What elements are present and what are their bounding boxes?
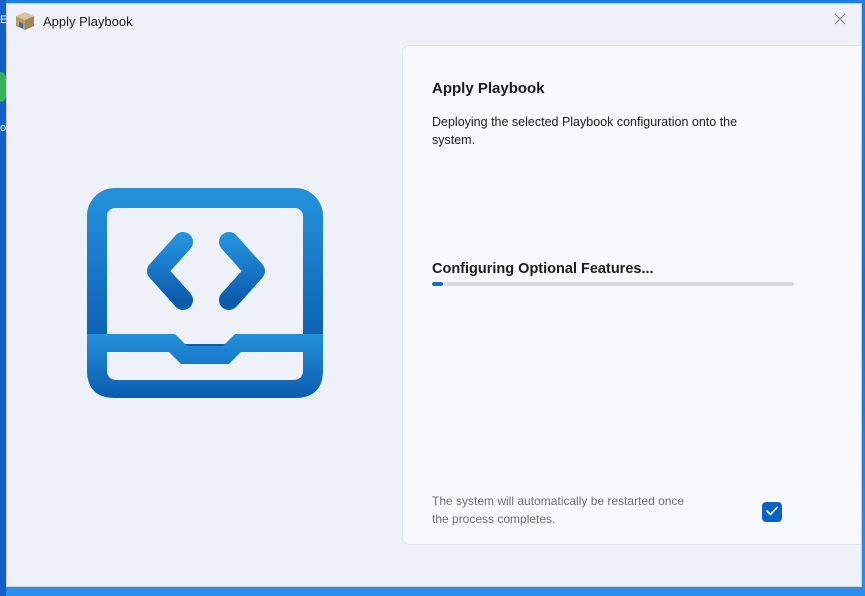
cardboard-box-icon <box>15 11 35 31</box>
close-icon <box>834 12 846 30</box>
progress-card: Apply Playbook Deploying the selected Pl… <box>402 45 861 545</box>
status-text: Configuring Optional Features... <box>432 261 654 277</box>
card-title: Apply Playbook <box>432 80 545 97</box>
title-bar: Apply Playbook <box>7 4 861 40</box>
laptop-code-icon <box>77 184 333 408</box>
progress-bar <box>432 282 794 286</box>
apply-playbook-window: Apply Playbook Apply Playbook Deploying … <box>6 3 862 587</box>
restart-note: The system will automatically be restart… <box>432 494 685 526</box>
window-title: Apply Playbook <box>43 14 133 29</box>
restart-checkbox[interactable] <box>762 502 782 522</box>
checkmark-icon <box>766 503 778 521</box>
close-button[interactable] <box>825 8 855 34</box>
card-description: Deploying the selected Playbook configur… <box>432 115 738 147</box>
progress-bar-fill <box>432 282 443 286</box>
